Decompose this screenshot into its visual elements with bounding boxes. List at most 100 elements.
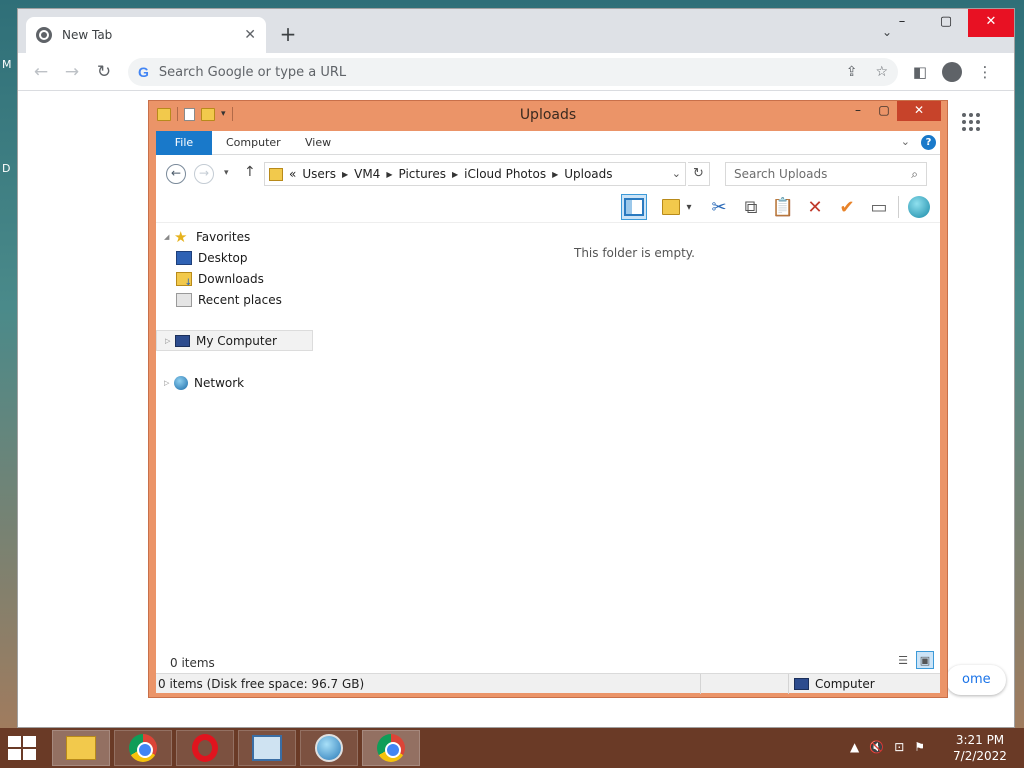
back-arrow-icon[interactable]: ← (166, 164, 186, 184)
omnibox[interactable]: G ⇪ ☆ (128, 58, 898, 86)
taskbar-clock-globe[interactable] (300, 730, 358, 766)
search-icon[interactable]: ⌕ (911, 167, 918, 182)
nav-item-recent-places[interactable]: Recent places (156, 289, 313, 310)
expand-arrow-icon[interactable]: ◢ (164, 233, 174, 241)
file-explorer-icon (66, 736, 96, 760)
new-tab-button[interactable]: + (276, 23, 300, 47)
side-panel-icon[interactable]: ◧ (909, 61, 931, 83)
nav-item-my-computer[interactable]: ▷ My Computer (156, 330, 313, 351)
tab-new-tab[interactable]: New Tab ✕ (26, 17, 266, 53)
computer-icon (794, 678, 809, 690)
explorer-client-area: File Computer View ⌄ ? ← → ▾ ↑ « Users ▶… (156, 131, 940, 694)
windows-start-icon[interactable] (8, 736, 38, 760)
collapsed-arrow-icon[interactable]: ▷ (165, 337, 175, 345)
breadcrumb-separator-icon[interactable]: ▶ (342, 170, 348, 179)
refresh-icon[interactable]: ↻ (688, 162, 710, 186)
minimize-button[interactable]: – (845, 101, 871, 121)
breadcrumb-vm4[interactable]: VM4 (354, 167, 380, 181)
recent-locations-dropdown-icon[interactable]: ▾ (224, 168, 229, 178)
clock-globe-icon (315, 734, 343, 762)
desktop-icon (176, 250, 192, 265)
show-hidden-icons-icon[interactable]: ▲ (850, 740, 859, 754)
downloads-icon (176, 271, 192, 288)
details-view-icon[interactable]: ☰ (894, 651, 912, 669)
address-bar[interactable]: « Users ▶ VM4 ▶ Pictures ▶ iCloud Photos… (264, 162, 686, 186)
breadcrumb-icloud-photos[interactable]: iCloud Photos (464, 167, 546, 181)
nav-label: Recent places (198, 292, 282, 307)
recent-places-icon (176, 292, 192, 307)
reload-icon[interactable]: ↻ (93, 61, 115, 83)
close-window-button[interactable]: ✕ (968, 9, 1014, 37)
forward-arrow-icon[interactable]: → (61, 61, 83, 83)
tab-file[interactable]: File (156, 131, 212, 155)
internet-globe-button[interactable] (906, 194, 932, 220)
search-input[interactable] (734, 167, 912, 181)
tab-view[interactable]: View (292, 131, 344, 155)
google-icon: G (138, 64, 149, 80)
explorer-title-bar[interactable]: ▾ Uploads – ▢ ✕ (149, 101, 947, 131)
command-bar: ▾ ✂ ⧉ 📋 ✕ ✔ ▭ (156, 191, 940, 223)
nav-label: Favorites (196, 229, 251, 244)
bookmark-star-icon[interactable]: ☆ (875, 64, 888, 80)
select-dropdown-icon[interactable]: ▾ (682, 194, 696, 220)
chrome-icon (129, 734, 157, 762)
delete-icon[interactable]: ✕ (802, 194, 828, 220)
select-folder-button[interactable] (658, 194, 684, 220)
properties-icon[interactable]: ▭ (866, 194, 892, 220)
collapsed-arrow-icon[interactable]: ▷ (164, 379, 174, 387)
maximize-button[interactable]: ▢ (924, 9, 968, 37)
up-arrow-icon[interactable]: ↑ (244, 164, 256, 180)
nav-item-network[interactable]: ▷ Network (156, 372, 313, 393)
rename-checkmark-icon[interactable]: ✔ (834, 194, 860, 220)
profile-avatar-icon[interactable] (942, 62, 962, 82)
network-status-icon[interactable]: ⊡ (894, 740, 904, 754)
empty-folder-message: This folder is empty. (574, 246, 695, 260)
breadcrumb-separator-icon[interactable]: ▶ (552, 170, 558, 179)
nav-label: Downloads (198, 271, 264, 286)
breadcrumb-pictures[interactable]: Pictures (398, 167, 446, 181)
taskbar-opera[interactable] (176, 730, 234, 766)
close-window-button[interactable]: ✕ (897, 101, 941, 121)
search-box[interactable]: ⌕ (725, 162, 927, 186)
cut-icon[interactable]: ✂ (706, 194, 732, 220)
back-arrow-icon[interactable]: ← (30, 61, 52, 83)
toolbar-divider (898, 196, 899, 218)
close-tab-icon[interactable]: ✕ (244, 27, 256, 43)
chrome-icon (36, 27, 52, 43)
ribbon-tabs: File Computer View ⌄ ? (156, 131, 940, 155)
taskbar-file-explorer[interactable] (52, 730, 110, 766)
taskbar-chrome[interactable] (114, 730, 172, 766)
omnibox-input[interactable] (158, 64, 828, 80)
share-icon[interactable]: ⇪ (846, 64, 858, 80)
action-center-flag-icon[interactable]: ⚑ (914, 740, 925, 754)
taskbar-chrome-active[interactable] (362, 730, 420, 766)
breadcrumb-uploads[interactable]: Uploads (564, 167, 612, 181)
taskbar: ▲ 🔇 ⊡ ⚑ 3:21 PM 7/2/2022 (0, 728, 1024, 768)
copy-icon[interactable]: ⧉ (738, 194, 764, 220)
google-apps-icon[interactable] (962, 113, 980, 131)
forward-arrow-icon[interactable]: → (194, 164, 214, 184)
volume-muted-icon[interactable]: 🔇 (869, 740, 884, 754)
help-icon[interactable]: ? (921, 135, 936, 150)
breadcrumb-users[interactable]: Users (302, 167, 336, 181)
taskbar-control-panel[interactable] (238, 730, 296, 766)
customize-chrome-button[interactable]: ome (946, 665, 1006, 695)
system-clock[interactable]: 3:21 PM 7/2/2022 (950, 732, 1010, 764)
tab-computer[interactable]: Computer (213, 131, 294, 155)
breadcrumb-overflow[interactable]: « (289, 167, 296, 181)
address-history-dropdown-icon[interactable]: ⌄ (672, 167, 681, 180)
navigation-pane-button[interactable] (621, 194, 647, 220)
nav-item-downloads[interactable]: Downloads (156, 268, 313, 289)
nav-item-desktop[interactable]: Desktop (156, 247, 313, 268)
status-divider (788, 674, 789, 694)
breadcrumb-separator-icon[interactable]: ▶ (386, 170, 392, 179)
nav-item-favorites[interactable]: ◢ ★ Favorites (156, 226, 313, 247)
status-zone-label: Computer (815, 677, 875, 691)
breadcrumb-separator-icon[interactable]: ▶ (452, 170, 458, 179)
chrome-menu-icon[interactable]: ⋮ (974, 61, 996, 83)
expand-ribbon-icon[interactable]: ⌄ (901, 135, 910, 148)
maximize-button[interactable]: ▢ (871, 101, 897, 121)
large-icons-view-icon[interactable]: ▣ (916, 651, 934, 669)
paste-icon[interactable]: 📋 (770, 194, 796, 220)
minimize-button[interactable]: – (880, 9, 924, 37)
